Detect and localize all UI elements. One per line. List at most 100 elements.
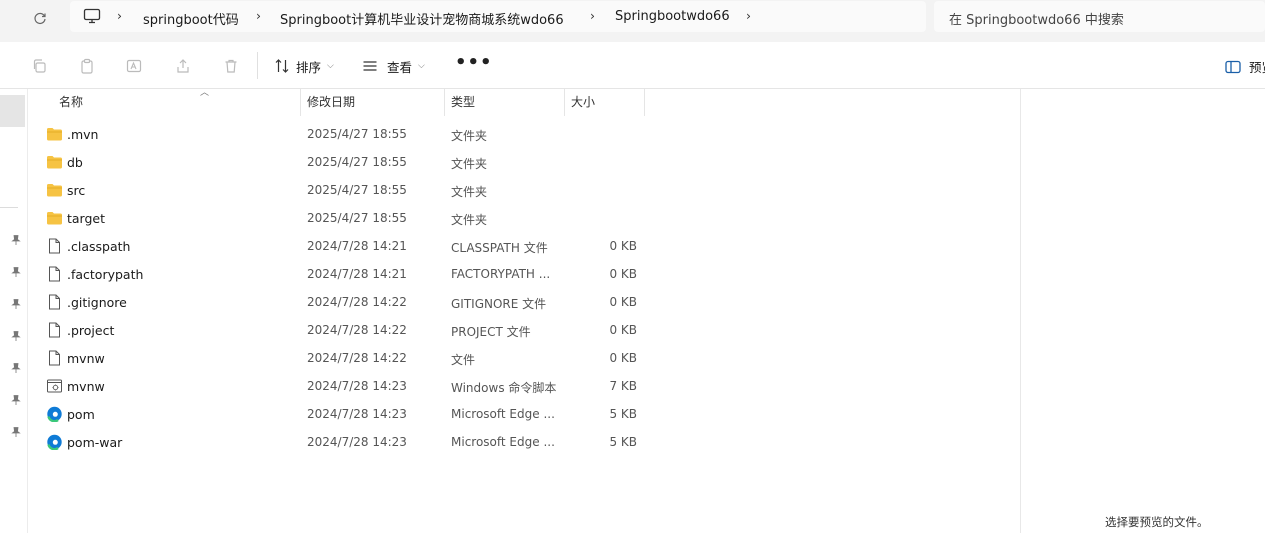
chevron-right-icon[interactable]: ›	[746, 8, 751, 23]
file-modified-date: 2024/7/28 14:22	[307, 295, 407, 309]
delete-button[interactable]	[221, 56, 241, 76]
file-modified-date: 2024/7/28 14:23	[307, 379, 407, 393]
file-modified-date: 2024/7/28 14:21	[307, 239, 407, 253]
folder-icon	[46, 210, 63, 226]
file-modified-date: 2024/7/28 14:22	[307, 323, 407, 337]
copy-button[interactable]	[29, 56, 49, 76]
file-type: 文件夹	[451, 129, 488, 143]
pin-icon[interactable]	[10, 298, 22, 310]
chevron-down-icon: ⌵	[327, 61, 334, 71]
column-header-type[interactable]: 类型	[445, 89, 565, 116]
preview-pane-icon	[1225, 60, 1241, 73]
file-type: Microsoft Edge ...	[451, 435, 555, 449]
breadcrumb-item[interactable]: Springboot计算机毕业设计宠物商城系统wdo66	[280, 9, 564, 28]
file-row[interactable]: pom 2024/7/28 14:23 Microsoft Edge ... 5 KB	[28, 400, 648, 428]
copy-icon	[33, 59, 46, 73]
column-header-size[interactable]: 大小	[565, 89, 645, 116]
paste-icon	[81, 58, 93, 74]
file-modified-date: 2025/4/27 18:55	[307, 127, 407, 141]
refresh-button[interactable]	[29, 8, 51, 30]
edge-icon	[46, 434, 63, 451]
file-name: .classpath	[67, 239, 131, 254]
pin-icon[interactable]	[10, 330, 22, 342]
file-type: 文件夹	[451, 213, 488, 227]
file-name: pom	[67, 407, 95, 422]
file-modified-date: 2024/7/28 14:21	[307, 267, 407, 281]
file-size: 0 KB	[609, 267, 637, 281]
breadcrumb-item[interactable]: Springbootwdo66	[615, 9, 730, 24]
pin-icon[interactable]	[10, 266, 22, 278]
sort-label: 排序	[296, 59, 322, 75]
trash-icon	[225, 59, 237, 73]
file-row[interactable]: target 2025/4/27 18:55 文件夹	[28, 204, 648, 232]
file-row[interactable]: .project 2024/7/28 14:22 PROJECT 文件 0 KB	[28, 316, 648, 344]
file-size: 5 KB	[609, 407, 637, 421]
rename-icon	[126, 59, 142, 73]
folder-icon	[46, 182, 63, 198]
view-button[interactable]: 查看 ⌵	[362, 55, 425, 77]
refresh-icon	[34, 12, 46, 25]
file-size: 7 KB	[609, 379, 637, 393]
pin-icon[interactable]	[10, 234, 22, 246]
file-name: .project	[67, 323, 115, 338]
file-size: 0 KB	[609, 351, 637, 365]
file-row[interactable]: .classpath 2024/7/28 14:21 CLASSPATH 文件 0 K…	[28, 232, 648, 260]
share-icon	[177, 59, 189, 73]
share-button[interactable]	[173, 56, 193, 76]
file-row[interactable]: mvnw 2024/7/28 14:22 文件 0 KB	[28, 344, 648, 372]
file-row[interactable]: .gitignore 2024/7/28 14:22 GITIGNORE 文件 0 K…	[28, 288, 648, 316]
file-modified-date: 2025/4/27 18:55	[307, 183, 407, 197]
nav-divider	[0, 207, 18, 208]
script-icon	[46, 378, 63, 394]
file-name: mvnw	[67, 379, 105, 394]
preview-pane-button[interactable]: 预览	[1225, 57, 1265, 76]
file-name: .mvn	[67, 127, 99, 142]
column-header-name[interactable]: 名称	[53, 89, 301, 116]
file-row[interactable]: mvnw 2024/7/28 14:23 Windows 命令脚本 7 KB	[28, 372, 648, 400]
column-header-row: ︿ 名称 修改日期 类型 大小	[28, 88, 1020, 116]
file-row[interactable]: .mvn 2025/4/27 18:55 文件夹	[28, 120, 648, 148]
file-name: .gitignore	[67, 295, 127, 310]
file-type: 文件夹	[451, 157, 488, 171]
view-label: 查看	[387, 59, 413, 75]
navigation-pane	[0, 89, 28, 533]
chevron-right-icon: ›	[590, 8, 595, 23]
file-size: 5 KB	[609, 435, 637, 449]
file-icon	[46, 322, 63, 338]
computer-icon	[83, 8, 101, 24]
preview-label: 预览	[1249, 60, 1265, 75]
file-type: Microsoft Edge ...	[451, 407, 555, 421]
column-header-modified[interactable]: 修改日期	[301, 89, 445, 116]
pin-icon[interactable]	[10, 426, 22, 438]
search-box[interactable]: 在 Springbootwdo66 中搜索	[934, 1, 1265, 32]
file-icon	[46, 266, 63, 282]
paste-button[interactable]	[77, 56, 97, 76]
file-name: target	[67, 211, 106, 226]
file-modified-date: 2025/4/27 18:55	[307, 211, 407, 225]
file-name: db	[67, 155, 83, 170]
sort-button[interactable]: 排序 ⌵	[274, 55, 334, 77]
file-size: 0 KB	[609, 295, 637, 309]
rename-button[interactable]	[124, 56, 144, 76]
pin-icon[interactable]	[10, 362, 22, 374]
file-type: GITIGNORE 文件	[451, 297, 547, 311]
pin-icon[interactable]	[10, 394, 22, 406]
nav-selected-item[interactable]	[0, 95, 25, 127]
file-name: mvnw	[67, 351, 105, 366]
file-row[interactable]: db 2025/4/27 18:55 文件夹	[28, 148, 648, 176]
file-name: src	[67, 183, 86, 198]
file-modified-date: 2024/7/28 14:22	[307, 351, 407, 365]
view-icon	[363, 61, 377, 71]
sort-icon	[275, 59, 289, 73]
address-bar[interactable]: › springboot代码 › Springboot计算机毕业设计宠物商城系统…	[70, 1, 926, 32]
file-row[interactable]: src 2025/4/27 18:55 文件夹	[28, 176, 648, 204]
chevron-right-icon: ›	[117, 8, 122, 23]
breadcrumb-item[interactable]: springboot代码	[143, 9, 239, 28]
file-icon	[46, 238, 63, 254]
file-row[interactable]: .factorypath 2024/7/28 14:21 FACTORYPATH .…	[28, 260, 648, 288]
more-options-button[interactable]: •••	[455, 52, 493, 73]
file-icon	[46, 350, 63, 366]
chevron-down-icon: ⌵	[418, 61, 425, 71]
file-row[interactable]: pom-war 2024/7/28 14:23 Microsoft Edge ...…	[28, 428, 648, 456]
file-modified-date: 2024/7/28 14:23	[307, 435, 407, 449]
